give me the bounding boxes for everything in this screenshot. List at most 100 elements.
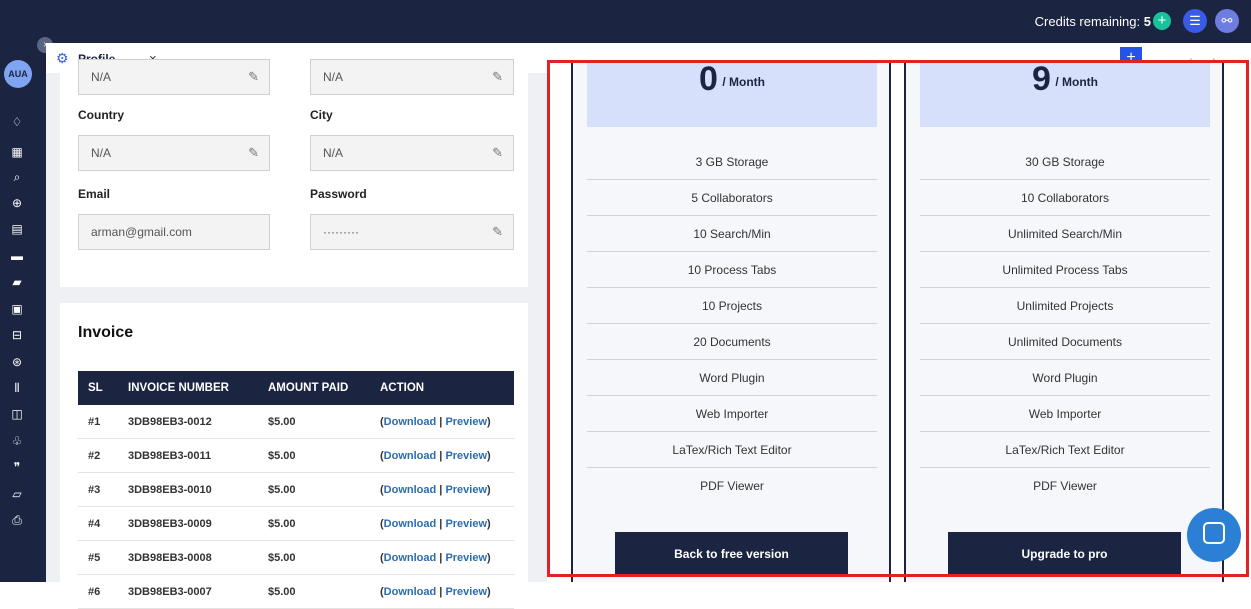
plan-period: / Month xyxy=(722,75,766,89)
cell-amount: $5.00 xyxy=(258,506,370,541)
folder-alt-icon[interactable]: ▰ xyxy=(9,274,25,290)
cell-invoice-number: 3DB98EB3-0010 xyxy=(118,472,258,507)
preview-link[interactable]: Preview xyxy=(445,484,487,496)
process-icon[interactable]: ⊟ xyxy=(9,327,25,343)
column-header: ACTION xyxy=(370,371,514,405)
cell-invoice-number: 3DB98EB3-0011 xyxy=(118,438,258,473)
add-credits-icon[interactable]: + xyxy=(1153,12,1171,30)
plan-feature: Unlimited Documents xyxy=(920,324,1210,360)
plan-price-header: 0 / Month xyxy=(587,60,877,127)
cell-sl: #4 xyxy=(78,506,118,541)
preview-link[interactable]: Preview xyxy=(445,586,487,598)
plan-feature: LaTex/Rich Text Editor xyxy=(587,432,877,468)
chat-launcher-button[interactable] xyxy=(1187,508,1241,562)
preview-link[interactable]: Preview xyxy=(445,518,487,530)
top-field-1[interactable]: N/A ✎ xyxy=(78,59,270,95)
table-row: #1 3DB98EB3-0012 $5.00 (Download | Preview) xyxy=(78,405,514,439)
email-label: Email xyxy=(78,187,111,201)
back-to-free-button[interactable]: Back to free version xyxy=(615,532,848,576)
cell-invoice-number: 3DB98EB3-0009 xyxy=(118,506,258,541)
globe-icon[interactable]: ⊛ xyxy=(9,354,25,370)
cell-invoice-number: 3DB98EB3-0007 xyxy=(118,574,258,609)
plan-feature: 20 Documents xyxy=(587,324,877,360)
plan-feature: PDF Viewer xyxy=(1033,479,1097,493)
document-icon[interactable]: ▤ xyxy=(9,221,25,237)
plan-feature: Unlimited Projects xyxy=(920,288,1210,324)
password-field[interactable]: ········· ✎ xyxy=(310,214,514,250)
preview-link[interactable]: Preview xyxy=(445,552,487,564)
cell-invoice-number: 3DB98EB3-0012 xyxy=(118,405,258,439)
top-field-1-value: N/A xyxy=(91,70,112,84)
image-icon[interactable]: ▣ xyxy=(9,301,25,317)
dashboard-icon[interactable]: ▦ xyxy=(9,144,25,160)
email-value: arman@gmail.com xyxy=(91,225,192,239)
folder-icon[interactable]: ▬ xyxy=(9,248,25,264)
edit-icon[interactable]: ✎ xyxy=(248,60,259,94)
plan-feature: LaTex/Rich Text Editor xyxy=(920,432,1210,468)
share-icon[interactable]: ♧ xyxy=(9,433,25,449)
top-bar: Credits remaining: 5 + ☰ ⚯ xyxy=(0,0,1251,43)
bell-icon[interactable]: ♢ xyxy=(9,114,25,130)
list-icon[interactable]: ☰ xyxy=(1183,9,1207,33)
avatar[interactable]: AUA xyxy=(4,60,32,88)
download-link[interactable]: Download xyxy=(384,484,437,496)
edit-icon[interactable]: ✎ xyxy=(248,136,259,170)
plan-feature: 10 Collaborators xyxy=(920,180,1210,216)
download-link[interactable]: Download xyxy=(384,416,437,428)
download-link[interactable]: Download xyxy=(384,450,437,462)
gear-icon: ⚙ xyxy=(56,50,69,66)
table-row: #3 3DB98EB3-0010 $5.00 (Download | Preview) xyxy=(78,472,514,507)
cell-invoice-number: 3DB98EB3-0008 xyxy=(118,540,258,575)
library-icon[interactable]: ⫴ xyxy=(9,380,25,396)
graph-icon[interactable]: ⚯ xyxy=(1215,9,1239,33)
export-icon[interactable]: ⎙ xyxy=(9,512,25,528)
plan-price: 0 xyxy=(698,60,718,98)
plan-feature: 30 GB Storage xyxy=(920,144,1210,180)
upgrade-to-pro-button[interactable]: Upgrade to pro xyxy=(948,532,1181,576)
preview-link[interactable]: Preview xyxy=(445,416,487,428)
cell-sl: #1 xyxy=(78,405,118,439)
country-label: Country xyxy=(78,108,124,122)
cell-sl: #6 xyxy=(78,574,118,609)
column-header: INVOICE NUMBER xyxy=(118,371,258,405)
column-header: AMOUNT PAID xyxy=(258,371,370,405)
download-link[interactable]: Download xyxy=(384,552,437,564)
download-link[interactable]: Download xyxy=(384,518,437,530)
zoom-icon[interactable]: ⊕ xyxy=(9,195,25,211)
credits-remaining: Credits remaining: 5 xyxy=(1035,14,1151,29)
search-icon[interactable]: ⌕ xyxy=(9,169,25,185)
cell-sl: #3 xyxy=(78,472,118,507)
plan-feature: 10 Search/Min xyxy=(587,216,877,252)
plan-free: 0 / Month 3 GB Storage 5 Collaborators 10 … xyxy=(571,60,891,582)
column-header: SL xyxy=(78,371,118,405)
table-row: #2 3DB98EB3-0011 $5.00 (Download | Preview) xyxy=(78,438,514,473)
edit-icon[interactable]: ✎ xyxy=(492,136,503,170)
cell-amount: $5.00 xyxy=(258,405,370,439)
cell-action: (Download | Preview) xyxy=(370,472,514,507)
plan-price: 9 xyxy=(1031,60,1051,98)
cell-amount: $5.00 xyxy=(258,472,370,507)
country-field[interactable]: N/A ✎ xyxy=(78,135,270,171)
city-label: City xyxy=(310,108,333,122)
cell-sl: #5 xyxy=(78,540,118,575)
file-icon[interactable]: ◫ xyxy=(9,406,25,422)
table-row: #4 3DB98EB3-0009 $5.00 (Download | Preview) xyxy=(78,506,514,541)
password-label: Password xyxy=(310,187,367,201)
plan-feature: 5 Collaborators xyxy=(587,180,877,216)
edit-icon[interactable]: ✎ xyxy=(492,60,503,94)
edit-icon[interactable]: ✎ xyxy=(492,215,503,249)
table-header: SL INVOICE NUMBER AMOUNT PAID ACTION xyxy=(78,371,514,405)
pricing-panel: 0 / Month 3 GB Storage 5 Collaborators 10 … xyxy=(547,60,1251,582)
download-link[interactable]: Download xyxy=(384,586,437,598)
plan-feature: Unlimited Search/Min xyxy=(920,216,1210,252)
plan-feature: Word Plugin xyxy=(920,360,1210,396)
country-value: N/A xyxy=(91,146,112,160)
city-field[interactable]: N/A ✎ xyxy=(310,135,514,171)
cell-action: (Download | Preview) xyxy=(370,438,514,473)
quote-icon[interactable]: ❞ xyxy=(9,459,25,475)
credits-value: 5 xyxy=(1143,14,1151,29)
note-icon[interactable]: ▱ xyxy=(9,486,25,502)
preview-link[interactable]: Preview xyxy=(445,450,487,462)
top-field-2[interactable]: N/A ✎ xyxy=(310,59,514,95)
plan-feature: 10 Projects xyxy=(587,288,877,324)
